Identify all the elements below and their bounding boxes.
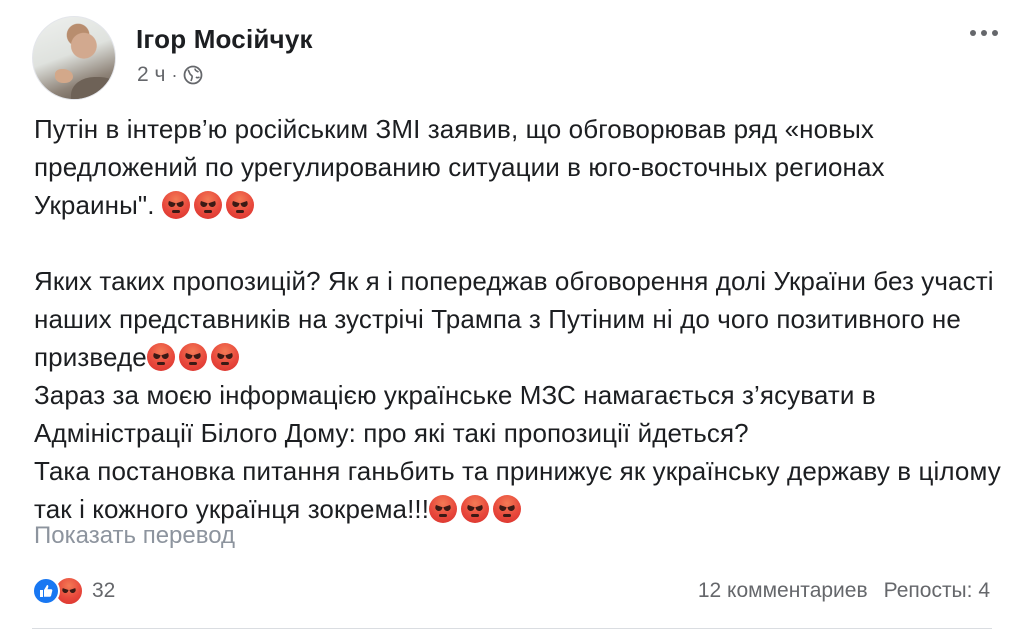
- more-options-icon[interactable]: [970, 30, 998, 36]
- reaction-summary[interactable]: 32: [32, 576, 115, 606]
- angry-face-emoji: [193, 191, 222, 219]
- show-translation-link[interactable]: Показать перевод: [34, 522, 235, 550]
- post-paragraph-3: Зараз за моєю інформацією українське МЗС…: [34, 380, 876, 448]
- author-name[interactable]: Ігор Мосійчук: [136, 24, 313, 55]
- post-time[interactable]: 2 ч: [137, 63, 165, 87]
- post-body: Путін в інтерв’ю російським ЗМІ заявив, …: [34, 110, 1004, 528]
- angry-face-emoji: [493, 495, 522, 523]
- avatar-hand: [55, 69, 73, 83]
- reaction-count: 32: [92, 579, 116, 602]
- angry-face-emoji: [178, 343, 207, 371]
- post-paragraph-1: Путін в інтерв’ю російським ЗМІ заявив, …: [34, 110, 1004, 224]
- author-avatar[interactable]: [32, 16, 116, 100]
- angry-face-emoji: [429, 495, 458, 523]
- shares-count-link[interactable]: Репосты: 4: [884, 579, 990, 603]
- comments-count-link[interactable]: 12 комментариев: [698, 579, 868, 603]
- meta-separator: ·: [171, 64, 178, 85]
- avatar-jacket: [71, 77, 115, 99]
- paragraph-text: Яких таких пропозицій? Як я і попереджав…: [34, 266, 994, 372]
- post-paragraph-4: Така постановка питання ганьбить та прин…: [34, 452, 1004, 528]
- post-meta: 2 ч ·: [137, 63, 203, 87]
- angry-face-emoji: [461, 495, 490, 523]
- angry-face-emoji: [146, 343, 175, 371]
- angry-face-emoji: [225, 191, 254, 219]
- post-footer: 32 12 комментариев Репосты: 4: [32, 574, 990, 608]
- angry-face-emoji: [161, 191, 190, 219]
- angry-face-emoji: [210, 343, 239, 371]
- divider: [32, 628, 992, 629]
- like-icon: [32, 577, 60, 605]
- post-paragraph-2: Яких таких пропозицій? Як я і попереджав…: [34, 262, 1004, 376]
- globe-icon[interactable]: [183, 65, 203, 85]
